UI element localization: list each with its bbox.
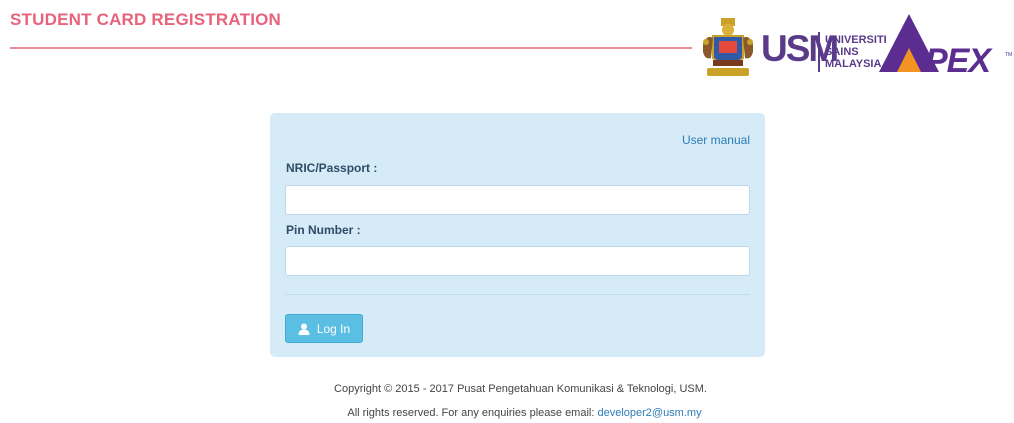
user-icon xyxy=(298,323,310,335)
enquiry-email-link[interactable]: developer2@usm.my xyxy=(597,407,701,419)
footer-copyright: Copyright © 2015 - 2017 Pusat Pengetahua… xyxy=(334,383,707,395)
title-divider xyxy=(10,47,692,49)
user-manual-link[interactable]: User manual xyxy=(682,133,750,147)
nric-label: NRIC/Passport : xyxy=(286,161,378,175)
footer-rights-text: All rights reserved. For any enquiries p… xyxy=(347,407,598,419)
nric-input[interactable] xyxy=(285,185,750,215)
login-panel: User manual NRIC/Passport : Pin Number :… xyxy=(270,113,765,357)
footer-rights: All rights reserved. For any enquiries p… xyxy=(0,407,1014,419)
apex-logo: PEX TM xyxy=(879,14,1012,78)
pin-label: Pin Number : xyxy=(286,223,361,237)
page-title: STUDENT CARD REGISTRATION xyxy=(10,10,282,29)
pin-input[interactable] xyxy=(285,246,750,276)
usm-crest-logo xyxy=(703,18,753,76)
login-page: STUDENT CARD REGISTRATION USM UNIVERSITI… xyxy=(0,0,1014,423)
svg-text:TM: TM xyxy=(1005,52,1012,58)
panel-divider xyxy=(285,294,750,295)
usm-logo-divider xyxy=(818,32,820,72)
login-button[interactable]: Log In xyxy=(285,314,363,343)
logo-group: USM UNIVERSITI SAINS MALAYSIA PEX TM xyxy=(695,12,1014,82)
svg-text:PEX: PEX xyxy=(925,42,993,78)
login-button-label: Log In xyxy=(316,321,351,336)
